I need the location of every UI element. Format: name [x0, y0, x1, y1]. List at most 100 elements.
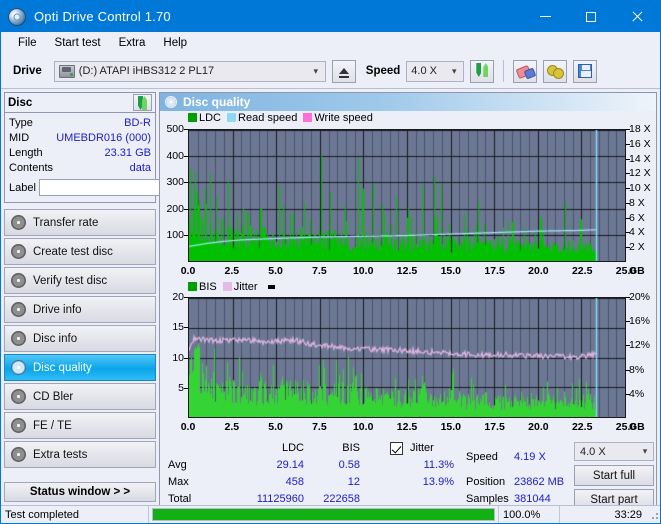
drive-select-value: (D:) ATAPI iHBS312 2 PL17 [78, 65, 215, 77]
title-bar: Opti Drive Control 1.70 [1, 1, 660, 32]
y2-axis-tickmark [626, 247, 630, 249]
y-axis-tickmark [184, 387, 188, 389]
sidebar-item-drive-info[interactable]: Drive info [4, 296, 156, 323]
eraser-icon [517, 65, 534, 77]
y-axis-tickmark [184, 235, 188, 237]
sidebar: Disc Type BD-R MID UMEBDR016 (000) Lengt… [1, 89, 240, 513]
content-area: Disc quality LDC Read speed Write speed [159, 89, 660, 513]
minimize-button[interactable] [522, 1, 568, 32]
y2-axis-tick: 20% [629, 291, 651, 303]
test-speed-select[interactable]: 4.0 X ▾ [574, 442, 654, 461]
x-axis-tick: 15.0 [440, 421, 462, 433]
x-axis-tick: 20.0 [528, 265, 549, 277]
progress-bar-fill [153, 509, 494, 520]
menu-file[interactable]: File [9, 35, 46, 51]
status-bar: Test completed 100.0% 33:29 [1, 505, 660, 523]
stats-total-ldc: 11125960 [256, 493, 304, 505]
speed-label: Speed [365, 65, 401, 77]
refresh-button[interactable] [470, 59, 495, 83]
legend-item-write-speed: Write speed [303, 112, 373, 124]
plot-area-bottom[interactable] [188, 297, 626, 418]
disc-icon [11, 447, 26, 462]
erase-button[interactable] [513, 59, 538, 83]
y2-axis-tickmark [626, 158, 630, 160]
y-axis-tickmark [184, 357, 188, 359]
sidebar-item-fe-te[interactable]: FE / TE [4, 412, 156, 439]
stats-max-ldc: 458 [285, 476, 304, 488]
legend-item-ldc: LDC [188, 112, 221, 124]
speed-select[interactable]: 4.0 X ▾ [406, 60, 465, 82]
plot-area-top[interactable] [188, 129, 626, 262]
app-disc-icon [8, 7, 26, 26]
menu-help[interactable]: Help [154, 35, 196, 51]
eject-button[interactable] [331, 59, 356, 83]
disc-quality-header: Disc quality [160, 93, 656, 111]
y-axis-tickmark [184, 129, 188, 130]
settings-button[interactable] [543, 59, 568, 83]
disc-icon [11, 302, 26, 317]
y-axis-tickmark [184, 182, 188, 184]
y2-axis-tick: 4% [629, 387, 645, 400]
x-axis-tick: 22.5 [571, 265, 593, 277]
window-title: Opti Drive Control 1.70 [34, 9, 171, 24]
legend-swatch-write-speed [303, 113, 313, 122]
y2-axis-tick: 14 X [629, 152, 651, 165]
stats-row-label-max: Max [168, 476, 189, 488]
x-axis-tick: 0.0 [180, 421, 196, 433]
menu-extra[interactable]: Extra [110, 35, 155, 51]
close-button[interactable] [614, 1, 660, 32]
sidebar-item-verify-test-disc[interactable]: Verify test disc [4, 267, 156, 294]
start-full-button[interactable]: Start full [574, 465, 654, 486]
disc-info-panel: Disc Type BD-R MID UMEBDR016 (000) Lengt… [4, 92, 240, 203]
y-axis-tickmark [184, 208, 188, 210]
toolbar-separator [503, 60, 505, 82]
sidebar-item-disc-info[interactable]: Disc info [4, 325, 156, 352]
disc-row-key: Length [9, 146, 43, 159]
y2-axis-tick: 12% [629, 339, 651, 352]
menu-start-test[interactable]: Start test [46, 35, 110, 51]
x-axis-tick: 17.5 [484, 265, 505, 277]
disc-row-key: Contents [9, 161, 54, 174]
chart-canvas-bottom [189, 298, 625, 417]
y-axis-tick: 300 [166, 176, 184, 189]
legend-swatch-jitter [222, 282, 232, 291]
y-axis-tick: 500 [166, 123, 184, 135]
sidebar-item-label: Create test disc [33, 245, 113, 258]
sidebar-item-disc-quality[interactable]: Disc quality [4, 354, 156, 381]
jitter-checkbox[interactable] [390, 442, 403, 455]
disc-icon [11, 273, 26, 288]
sidebar-item-transfer-rate[interactable]: Transfer rate [4, 209, 156, 236]
drive-label: Drive [13, 65, 42, 77]
statistics-panel: LDC BIS Jitter Avg 29.14 0.58 11.3% Max [160, 438, 656, 512]
chevron-down-icon: ▾ [642, 446, 648, 456]
speed-select-value: 4.0 X [411, 65, 437, 77]
sidebar-item-create-test-disc[interactable]: Create test disc [4, 238, 156, 265]
x-axis-tick: 0.0 [180, 265, 196, 277]
progress-bar [152, 508, 495, 521]
y2-axis-tick: 16% [629, 315, 651, 328]
disc-icon [11, 215, 26, 230]
drive-select[interactable]: (D:) ATAPI iHBS312 2 PL17 ▾ [53, 60, 326, 82]
elapsed-time: 33:29 [614, 508, 642, 521]
y2-axis-tick: 18 X [629, 123, 651, 135]
y2-axis-tick: 10 X [629, 182, 651, 195]
status-window-button[interactable]: Status window > > [4, 482, 156, 502]
y2-axis-tick: 16 X [629, 137, 651, 150]
x-axis-tick: 22.5 [571, 421, 593, 433]
sidebar-item-label: Disc quality [33, 361, 92, 374]
y2-axis-tickmark [626, 297, 630, 298]
sidebar-item-cd-bler[interactable]: CD Bler [4, 383, 156, 410]
maximize-button[interactable] [568, 1, 614, 32]
y-axis-tickmark [184, 297, 188, 298]
y-axis-tick: 100 [166, 229, 184, 242]
speed-info-label: Speed [466, 451, 498, 463]
sidebar-item-label: Extra tests [33, 448, 88, 461]
resize-grip-icon[interactable] [648, 509, 660, 521]
sidebar-item-extra-tests[interactable]: Extra tests [4, 441, 156, 468]
legend-label: BIS [199, 281, 217, 293]
disc-row-value: BD-R [124, 116, 151, 129]
save-button[interactable] [573, 59, 598, 83]
legend-item-read-speed: Read speed [227, 112, 297, 124]
disc-refresh-button[interactable] [133, 94, 152, 111]
